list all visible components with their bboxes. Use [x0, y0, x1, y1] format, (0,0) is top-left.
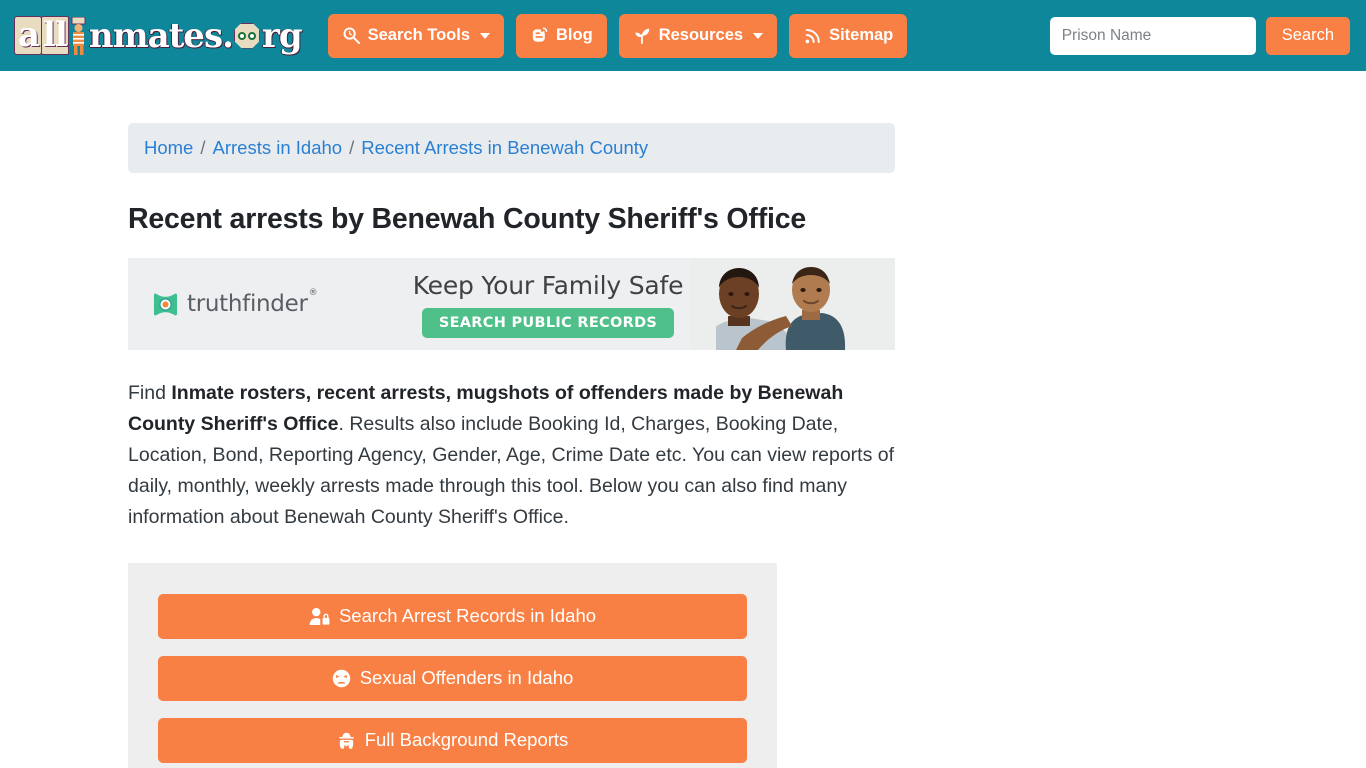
- seedling-leaf-icon: [633, 26, 652, 45]
- quick-links-panel: Search Arrest Records in Idaho Sexual Of…: [128, 563, 777, 768]
- prison-name-search-input[interactable]: [1049, 16, 1256, 55]
- truthfinder-ad-banner[interactable]: truthfinder® Keep Your Family Safe SEARC…: [128, 258, 895, 351]
- truthfinder-wordmark: truthfinder®: [187, 287, 318, 318]
- nav-blog-label: Blog: [556, 26, 593, 45]
- ad-message: Keep Your Family Safe SEARCH PUBLIC RECO…: [383, 258, 713, 350]
- user-lock-icon: [309, 607, 330, 626]
- logo-wordmark: a ll nmates. rg: [14, 15, 303, 56]
- ad-headline: Keep Your Family Safe: [412, 270, 684, 300]
- prisoner-figure-icon: [70, 16, 87, 55]
- site-logo[interactable]: a ll nmates. rg: [14, 14, 303, 58]
- full-background-reports-button[interactable]: Full Background Reports: [158, 718, 747, 764]
- site-header: a ll nmates. rg Search Tools Blog Resour…: [0, 0, 1366, 71]
- rss-feed-icon: [803, 26, 822, 45]
- breadcrumb-separator: /: [349, 137, 355, 158]
- header-search-form: Search: [1049, 16, 1350, 55]
- button-label: Full Background Reports: [364, 729, 569, 751]
- search-magnifier-icon: [342, 26, 361, 45]
- logo-letter-a: a: [14, 16, 43, 55]
- blogger-b-icon: [530, 26, 549, 45]
- nav-sitemap-label: Sitemap: [829, 26, 894, 45]
- ad-cta-button[interactable]: SEARCH PUBLIC RECORDS: [421, 307, 675, 338]
- user-secret-detective-icon: [337, 731, 356, 750]
- nav-search-tools-label: Search Tools: [367, 26, 471, 45]
- frowning-face-icon: [332, 669, 351, 688]
- logo-text-nmates: nmates.: [88, 15, 234, 56]
- page-container: Home / Arrests in Idaho / Recent Arrests…: [0, 123, 1366, 768]
- nav-sitemap-button[interactable]: Sitemap: [789, 13, 908, 58]
- breadcrumb-item-home[interactable]: Home: [144, 137, 193, 159]
- breadcrumb-item-recent-arrests-benewah[interactable]: Recent Arrests in Benewah County: [361, 137, 648, 159]
- button-label: Search Arrest Records in Idaho: [338, 605, 597, 627]
- page-lead-paragraph: Find Inmate rosters, recent arrests, mug…: [128, 378, 895, 533]
- page-title: Recent arrests by Benewah County Sheriff…: [128, 203, 806, 236]
- chevron-down-icon: [753, 32, 764, 39]
- chevron-down-icon: [480, 32, 491, 39]
- father-and-child-piggyback-photo: [690, 258, 895, 351]
- breadcrumb-item-arrests-in-idaho[interactable]: Arrests in Idaho: [213, 137, 343, 159]
- logo-letters-ll: ll: [41, 15, 69, 55]
- header-search-button[interactable]: Search: [1265, 16, 1350, 55]
- breadcrumb-separator: /: [200, 137, 206, 158]
- content-column: Home / Arrests in Idaho / Recent Arrests…: [128, 123, 895, 768]
- octopus-o-icon: [233, 22, 260, 49]
- lead-prefix: Find: [128, 382, 172, 405]
- nav-search-tools-button[interactable]: Search Tools: [327, 13, 505, 58]
- nav-blog-button[interactable]: Blog: [516, 13, 607, 58]
- nav-resources-label: Resources: [658, 26, 744, 45]
- truthfinder-bowtie-icon: [152, 292, 179, 317]
- search-arrest-records-idaho-button[interactable]: Search Arrest Records in Idaho: [158, 594, 747, 640]
- sexual-offenders-idaho-button[interactable]: Sexual Offenders in Idaho: [158, 656, 747, 702]
- truthfinder-logo: truthfinder®: [152, 287, 318, 318]
- nav-resources-button[interactable]: Resources: [618, 13, 778, 58]
- breadcrumb: Home / Arrests in Idaho / Recent Arrests…: [128, 123, 895, 174]
- logo-text-rg: rg: [261, 15, 303, 56]
- registered-mark: ®: [308, 287, 318, 298]
- button-label: Sexual Offenders in Idaho: [359, 667, 574, 689]
